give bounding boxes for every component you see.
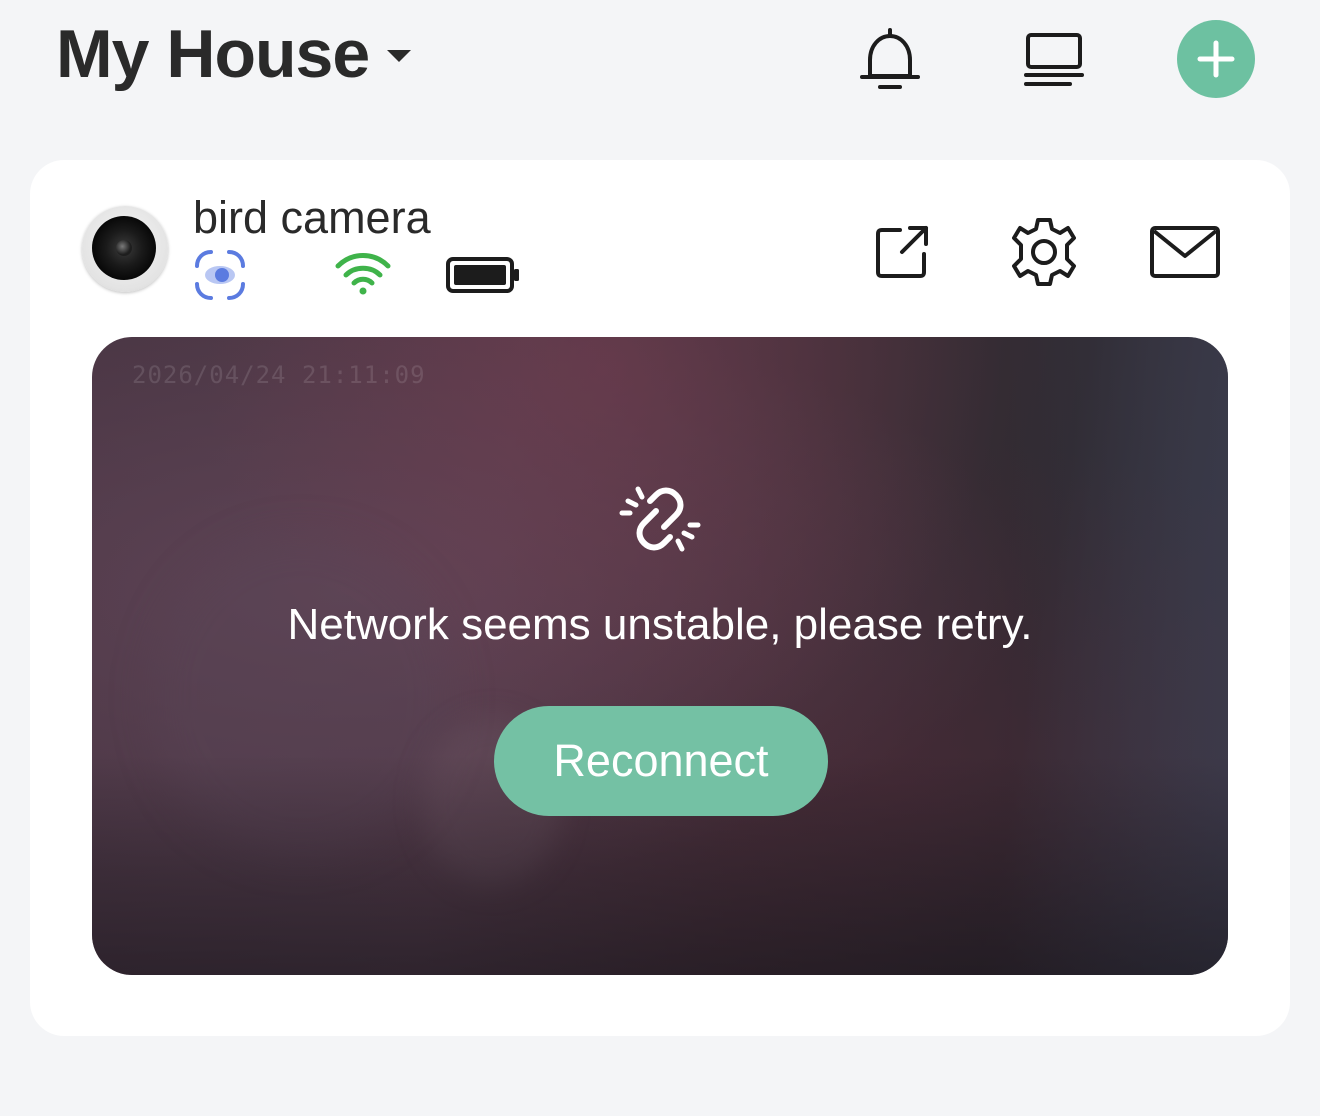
device-name: bird camera: [193, 192, 431, 243]
header: My House: [0, 0, 1320, 130]
mail-icon[interactable]: [1145, 212, 1225, 292]
error-message: Network seems unstable, please retry.: [287, 600, 1033, 649]
home-selector[interactable]: My House: [56, 14, 412, 94]
video-timestamp: 2026/04/24 21:11:09: [132, 361, 426, 389]
share-icon[interactable]: [862, 212, 942, 292]
camera-thumbnail: [82, 206, 168, 292]
broken-link-icon: [619, 486, 701, 552]
reconnect-button[interactable]: Reconnect: [494, 706, 828, 816]
caret-down-icon: [387, 50, 412, 62]
add-device-button[interactable]: [1177, 20, 1255, 98]
motion-detection-icon: [195, 250, 245, 300]
gear-icon[interactable]: [1004, 212, 1084, 292]
camera-preview[interactable]: 2026/04/24 21:11:09 Network seems unstab…: [92, 337, 1228, 975]
home-title: My House: [56, 16, 370, 92]
monitor-icon[interactable]: [1016, 22, 1092, 98]
bell-icon[interactable]: [852, 22, 928, 98]
wifi-icon: [335, 253, 391, 295]
device-card[interactable]: bird camera 2026/04/24 21:11:09 Network …: [30, 160, 1290, 1036]
plus-icon: [1197, 40, 1235, 78]
battery-icon: [446, 257, 519, 293]
